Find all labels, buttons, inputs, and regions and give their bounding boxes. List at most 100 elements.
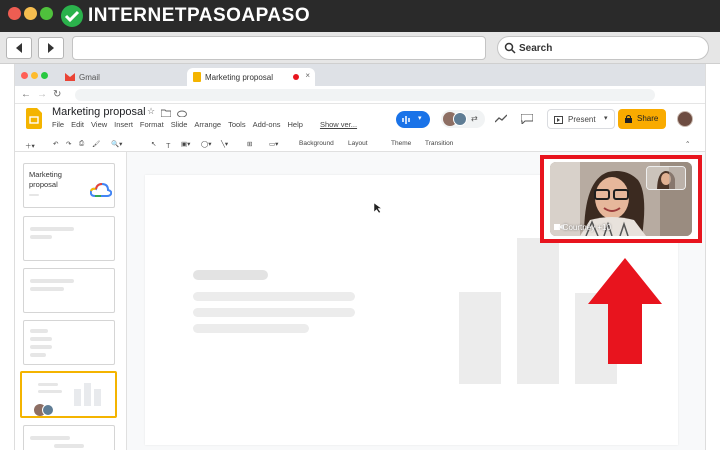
outer-search-label: Search (519, 42, 553, 54)
placeholder-line (30, 227, 74, 231)
tab-close-icon[interactable]: × (305, 71, 310, 80)
move-folder-icon[interactable] (161, 109, 171, 117)
screenshot: INTERNETPASOAPASO Search Gmail Marketing… (0, 0, 720, 450)
google-cloud-logo-icon (90, 183, 112, 197)
close-window-dot[interactable] (8, 7, 21, 20)
placeholder-body-line (193, 324, 309, 333)
slide-thumbnail-2[interactable] (23, 216, 115, 261)
select-cursor-icon[interactable]: ↖ (151, 140, 156, 148)
mouse-pointer-icon (373, 202, 383, 214)
slides-toolbar: ＋▾ ↶ ↷ ⎙ 🖌 🔍▾ ↖ Ｔ ▣▾ ◯▾ ╲▾ ⊞ ▭▾ Backgrou… (15, 136, 705, 152)
red-arrow-pointer-icon (588, 258, 662, 364)
slide-thumbnail-1[interactable]: Marketing proposal (23, 163, 115, 208)
present-label: Present (568, 115, 596, 124)
site-logo-text: INTERNETPASOAPASO (88, 5, 311, 26)
reload-icon[interactable]: ↻ (53, 89, 61, 100)
minimize-window-dot[interactable] (24, 7, 37, 20)
present-dropdown-icon[interactable]: ▾ (604, 114, 608, 122)
menu-arrange[interactable]: Arrange (194, 120, 221, 129)
tab-marketing-proposal[interactable]: Marketing proposal × (187, 68, 315, 86)
meet-audio-icon (402, 116, 410, 124)
meet-dropdown-icon: ▾ (418, 115, 422, 122)
placeholder-line (30, 436, 70, 440)
browser-url-bar: ← → ↻ (15, 86, 705, 104)
present-button[interactable]: Present ▾ (547, 109, 615, 129)
menu-add-ons[interactable]: Add-ons (253, 120, 281, 129)
site-logo: INTERNETPASOAPASO (60, 3, 310, 29)
comment-add-icon[interactable]: ⊞ (247, 140, 252, 148)
menu-help[interactable]: Help (288, 120, 303, 129)
comments-icon[interactable] (521, 114, 533, 124)
maximize-window-dot[interactable] (40, 7, 53, 20)
background-button[interactable]: Background (299, 140, 334, 147)
print-icon[interactable]: ⎙ (79, 140, 84, 148)
slide-thumbnail-5-selected[interactable] (20, 371, 117, 418)
outer-search-box[interactable]: Search (497, 36, 709, 60)
document-title[interactable]: Marketing proposal (52, 106, 146, 118)
line-icon[interactable]: ╲▾ (221, 140, 228, 148)
share-button[interactable]: Share (618, 109, 666, 129)
collaborators-group[interactable]: ⇄ (441, 110, 485, 128)
menu-tools[interactable]: Tools (228, 120, 246, 129)
placeholder-line (30, 287, 64, 291)
collapse-toolbar-icon[interactable]: ⌃ (685, 140, 690, 148)
placeholder-line (30, 353, 46, 357)
self-view-tile[interactable] (646, 166, 686, 190)
inner-forward-icon[interactable]: → (37, 89, 47, 100)
text-box-icon[interactable]: Ｔ (165, 140, 172, 150)
theme-button[interactable]: Theme (391, 140, 411, 147)
menu-edit[interactable]: Edit (71, 120, 84, 129)
tab-gmail[interactable]: Gmail (59, 68, 179, 86)
chart-bar-placeholder (94, 389, 101, 406)
menu-insert[interactable]: Insert (114, 120, 133, 129)
menu-file[interactable]: File (52, 120, 64, 129)
slide-1-subtitle-line (29, 194, 39, 196)
redo-icon[interactable]: ↷ (66, 140, 71, 148)
slides-tab-icon (193, 72, 201, 82)
undo-icon[interactable]: ↶ (53, 140, 58, 148)
menu-format[interactable]: Format (140, 120, 164, 129)
shape-icon[interactable]: ◯▾ (201, 140, 212, 148)
back-button[interactable] (6, 37, 32, 59)
collaborator-avatar (453, 112, 467, 126)
meet-button[interactable]: ▾ (396, 111, 430, 128)
account-avatar[interactable] (677, 111, 693, 127)
share-lock-icon (625, 115, 632, 123)
browser-tab-strip: Gmail Marketing proposal × (15, 64, 705, 86)
outer-address-bar[interactable] (72, 36, 486, 60)
present-icon (554, 116, 563, 124)
new-slide-icon[interactable]: ＋▾ (25, 140, 35, 150)
slide-thumbnail-4[interactable] (23, 320, 115, 365)
last-edit-link[interactable]: Show ver... (320, 120, 357, 129)
placeholder-title-line (193, 270, 268, 280)
slide-1-title: Marketing proposal (29, 170, 62, 189)
inner-minimize-dot (31, 72, 38, 79)
layout-grid-icon[interactable]: ▭▾ (269, 140, 278, 148)
gmail-icon (65, 73, 75, 81)
placeholder-line (54, 444, 84, 448)
forward-button[interactable] (38, 37, 64, 59)
slide-thumbnail-3[interactable] (23, 268, 115, 313)
inner-maximize-dot (41, 72, 48, 79)
inner-close-dot (21, 72, 28, 79)
menu-slide[interactable]: Slide (171, 120, 188, 129)
star-icon[interactable]: ☆ (147, 106, 155, 117)
paint-format-icon[interactable]: 🖌 (92, 140, 100, 148)
search-icon (504, 42, 516, 54)
placeholder-body-line (193, 292, 355, 301)
zoom-icon[interactable]: 🔍▾ (111, 140, 122, 148)
slides-header: Marketing proposal ☆ File Edit View Inse… (15, 104, 705, 136)
transition-button[interactable]: Transition (425, 140, 453, 147)
recording-dot-icon (293, 74, 299, 80)
image-icon[interactable]: ▣▾ (181, 140, 190, 148)
inner-address-field[interactable] (75, 89, 655, 101)
layout-button[interactable]: Layout (348, 140, 368, 147)
inner-back-icon[interactable]: ← (21, 89, 31, 100)
meet-video-tile[interactable]: -Courtney +10 (550, 162, 692, 236)
present-to-meeting-icon: ⇄ (471, 114, 478, 123)
placeholder-line (30, 345, 52, 349)
slide-thumbnail-6[interactable] (23, 425, 115, 450)
activity-trend-icon[interactable] (495, 114, 507, 124)
menu-view[interactable]: View (91, 120, 107, 129)
chart-bar-placeholder (459, 292, 501, 384)
